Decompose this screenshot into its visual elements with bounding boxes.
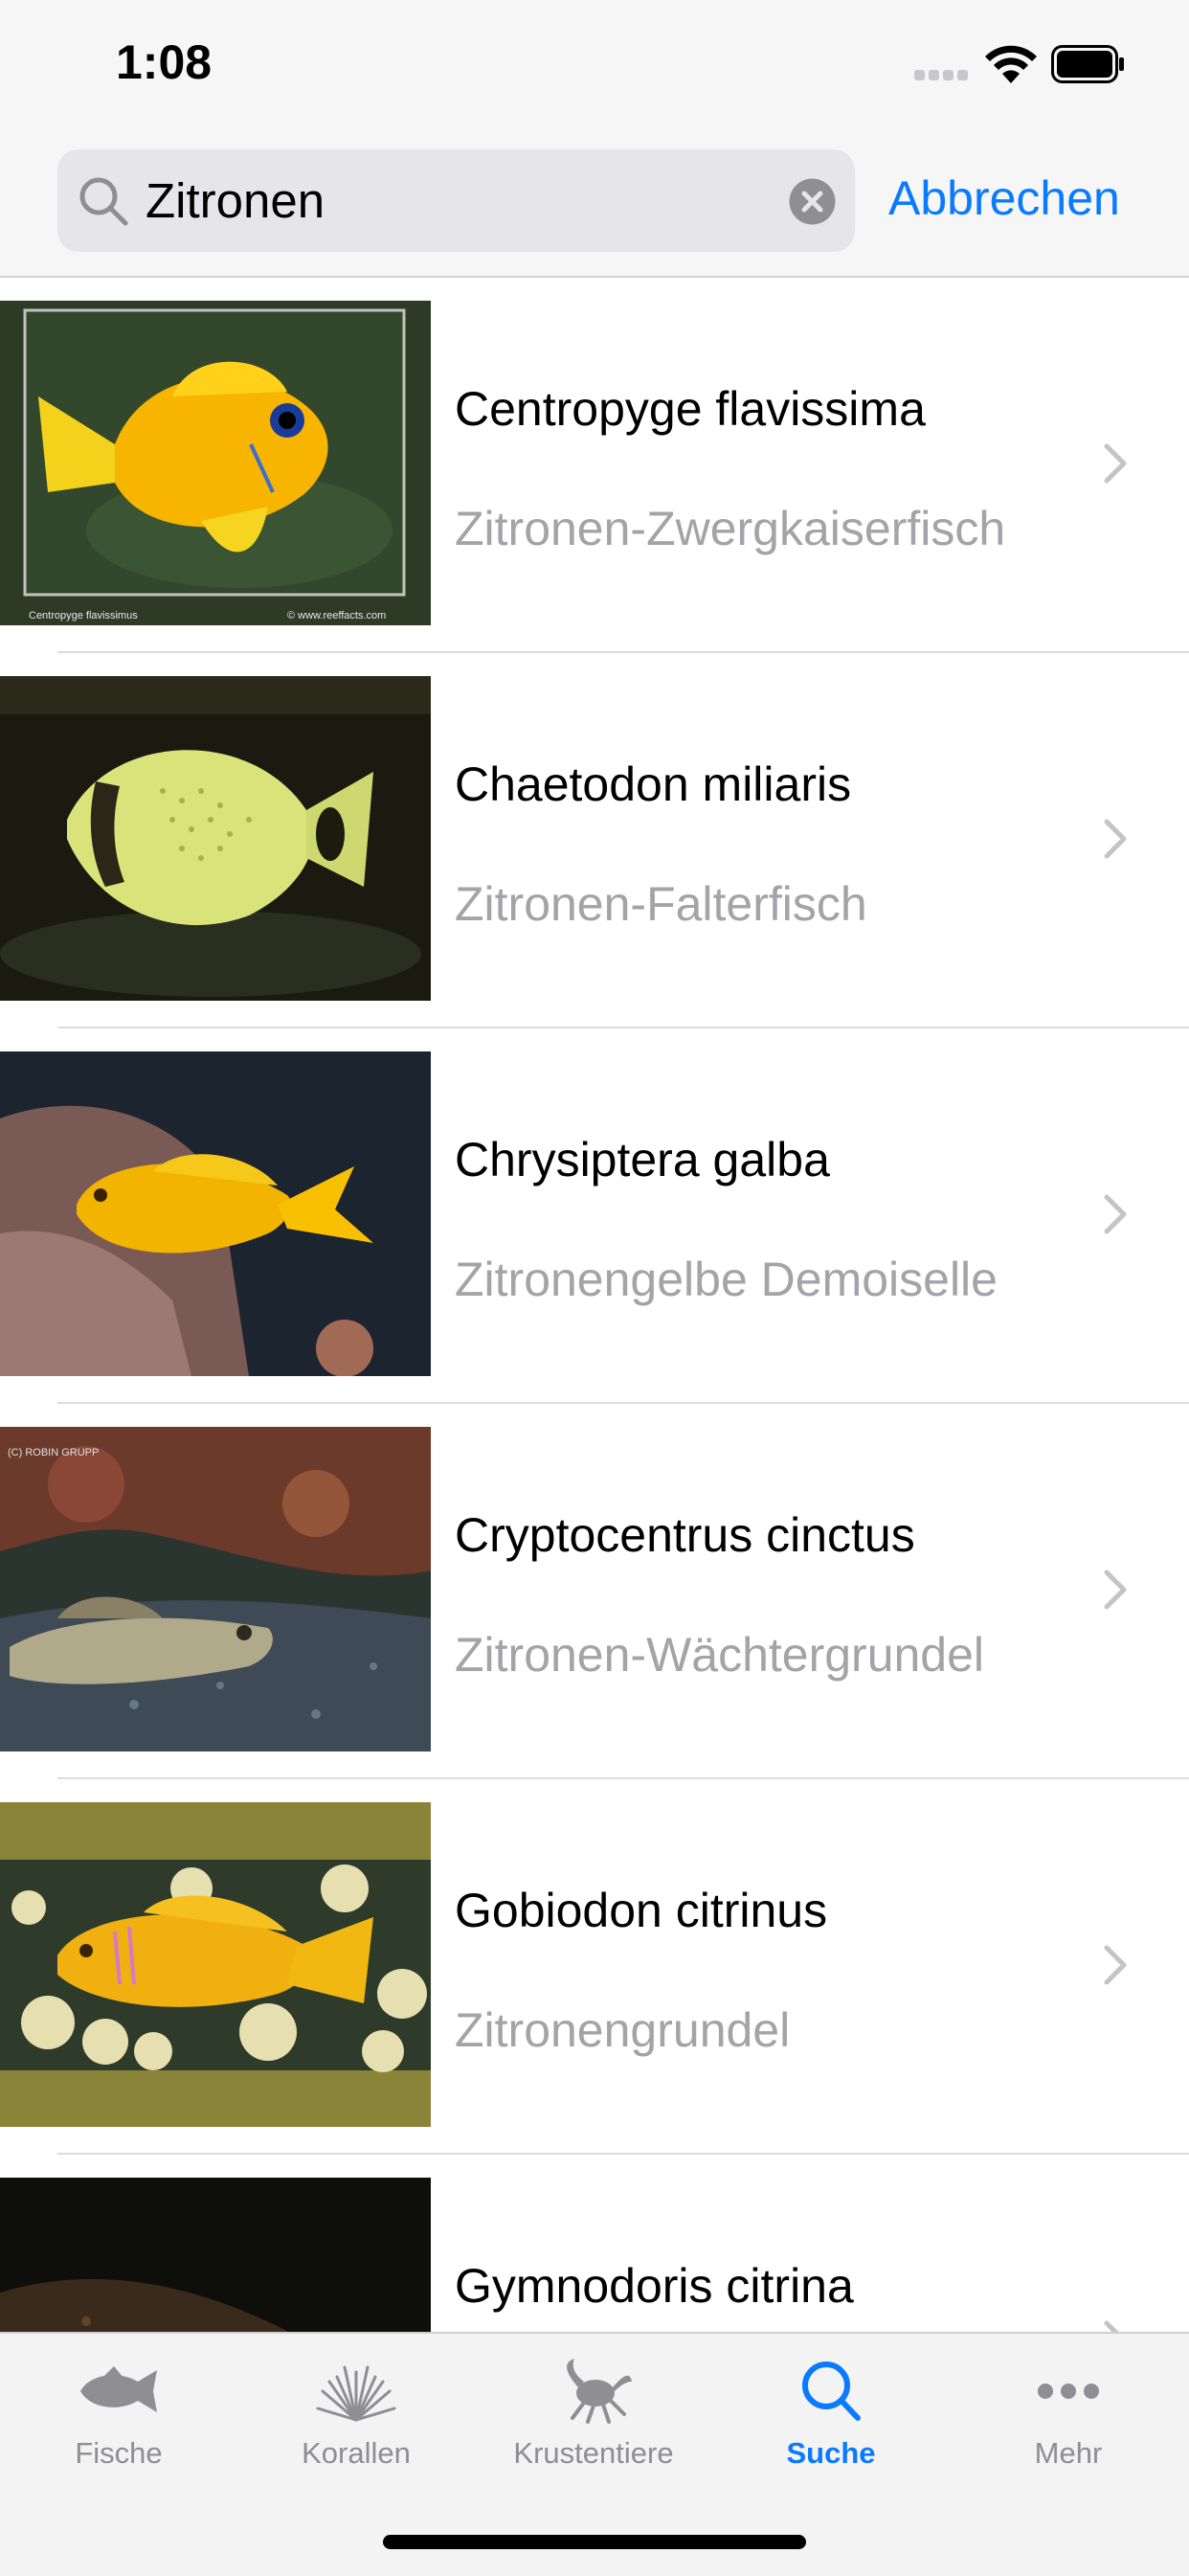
- tab-label: Suche: [786, 2436, 876, 2470]
- list-item[interactable]: Centropyge flavissimus © www.reeffacts.c…: [0, 278, 1189, 653]
- tab-suche[interactable]: Suche: [712, 2334, 950, 2487]
- list-item[interactable]: Chaetodon miliaris Zitronen-Falterfisch: [0, 653, 1189, 1028]
- list-item[interactable]: Chrysiptera galba Zitronengelbe Demoisel…: [0, 1028, 1189, 1404]
- tab-fische[interactable]: Fische: [0, 2334, 237, 2487]
- list-item[interactable]: (C) ROBIN GRUPP Cryptocentrus cinctus Zi…: [0, 1404, 1189, 1779]
- common-name: Zitronen-Falterfisch: [455, 877, 867, 931]
- home-indicator: [383, 2535, 806, 2549]
- tab-korallen[interactable]: Korallen: [237, 2334, 475, 2487]
- more-icon: [1038, 2384, 1099, 2399]
- fish-photo: [0, 2178, 431, 2332]
- status-bar: 1:08: [0, 0, 1189, 134]
- tab-label: Mehr: [1034, 2436, 1103, 2470]
- chevron-right-icon: [1104, 2320, 1119, 2332]
- search-header: Abbrechen: [0, 134, 1189, 278]
- scientific-name: Gobiodon citrinus: [455, 1884, 828, 1937]
- scientific-name: Chrysiptera galba: [455, 1133, 830, 1186]
- cancel-button[interactable]: Abbrechen: [888, 170, 1120, 226]
- clear-search-icon[interactable]: [789, 178, 836, 225]
- fish-photo: (C) ROBIN GRUPP: [0, 1427, 431, 1751]
- list-item[interactable]: Gymnodoris citrina: [0, 2155, 1189, 2332]
- scientific-name: Gymnodoris citrina: [455, 2259, 854, 2313]
- tab-krustentiere[interactable]: Krustentiere: [475, 2334, 712, 2487]
- crab-icon: [567, 2359, 632, 2424]
- battery-icon: [1051, 45, 1124, 83]
- common-name: Zitronengrundel: [455, 2003, 791, 2057]
- chevron-right-icon: [1104, 1945, 1127, 1985]
- photo-caption: Centropyge flavissimus: [29, 610, 138, 621]
- tab-label: Fische: [75, 2436, 163, 2470]
- common-name: Zitronen-Wächtergrundel: [455, 1628, 985, 1682]
- chevron-right-icon: [1104, 1194, 1127, 1234]
- search-results-list[interactable]: Centropyge flavissimus © www.reeffacts.c…: [0, 278, 1189, 2332]
- search-icon: [802, 2361, 861, 2421]
- coral-icon: [316, 2365, 396, 2422]
- fish-icon: [80, 2366, 157, 2412]
- chevron-right-icon: [1104, 443, 1127, 484]
- photo-caption: © www.reeffacts.com: [287, 610, 386, 621]
- tab-label: Krustentiere: [513, 2436, 674, 2470]
- common-name: Zitronengelbe Demoiselle: [455, 1253, 998, 1306]
- chevron-right-icon: [1104, 819, 1127, 859]
- fish-photo: [0, 676, 431, 1001]
- status-time: 1:08: [116, 35, 213, 89]
- fish-photo: [0, 1051, 431, 1376]
- fish-photo: Centropyge flavissimus © www.reeffacts.c…: [0, 301, 431, 625]
- search-input[interactable]: [146, 174, 758, 228]
- tab-label: Korallen: [302, 2436, 411, 2470]
- magnifier-icon: [79, 177, 128, 226]
- chevron-right-icon: [1104, 1570, 1127, 1610]
- cellular-signal-icon: [914, 68, 972, 85]
- scientific-name: Chaetodon miliaris: [455, 757, 852, 811]
- photo-caption: (C) ROBIN GRUPP: [8, 1447, 99, 1458]
- scientific-name: Centropyge flavissima: [455, 382, 926, 436]
- scientific-name: Cryptocentrus cinctus: [455, 1508, 915, 1562]
- search-field[interactable]: [57, 149, 855, 252]
- tab-mehr[interactable]: Mehr: [950, 2334, 1187, 2487]
- fish-photo: [0, 1802, 431, 2127]
- list-item[interactable]: Gobiodon citrinus Zitronengrundel: [0, 1779, 1189, 2155]
- wifi-icon: [985, 45, 1037, 83]
- common-name: Zitronen-Zwergkaiserfisch: [455, 502, 1006, 555]
